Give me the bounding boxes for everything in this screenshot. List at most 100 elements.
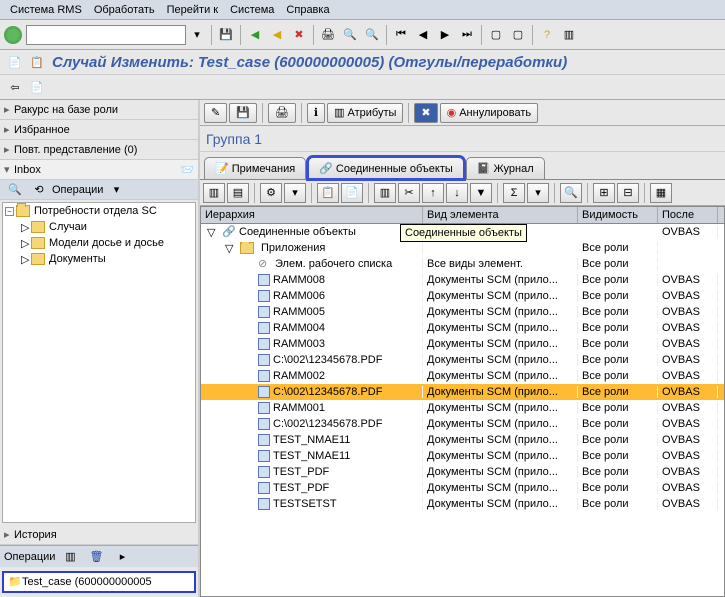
col-hierarchy[interactable]: Иерархия <box>201 207 423 223</box>
grid-row[interactable]: RAMM005Документы SCM (прило...Все ролиOV… <box>201 304 724 320</box>
tree-models[interactable]: ▷Модели досье и досье <box>3 235 195 251</box>
ops2-arrow-icon[interactable]: ▸ <box>112 547 132 567</box>
inbox-row[interactable]: ▾Inbox📨 <box>0 160 198 180</box>
grid-settings-icon[interactable]: ⚙ <box>260 183 282 203</box>
find-next-icon[interactable]: 🔍 <box>362 25 382 45</box>
col-visibility[interactable]: Видимость <box>578 207 658 223</box>
find-icon[interactable]: 🔍 <box>340 25 360 45</box>
col-after[interactable]: После <box>658 207 718 223</box>
repeat-view-row[interactable]: ▸Повт. представление (0) <box>0 140 198 160</box>
new-session-icon[interactable]: ▢ <box>486 25 506 45</box>
grid-collapse-icon[interactable]: ⊟ <box>617 183 639 203</box>
grid-row[interactable]: TEST_PDFДокументы SCM (прило...Все ролиO… <box>201 464 724 480</box>
annul-button[interactable]: ◉Аннулировать <box>440 103 539 123</box>
left-tree[interactable]: −Потребности отдела SC ▷Случаи ▷Модели д… <box>2 202 196 523</box>
back-icon[interactable]: ◀ <box>245 25 265 45</box>
tab-notes[interactable]: 📝Примечания <box>204 157 306 179</box>
command-field[interactable] <box>26 25 186 45</box>
menu-process[interactable]: Обработать <box>88 4 161 16</box>
last-page-icon[interactable]: ⏭ <box>457 25 477 45</box>
nav-back-icon[interactable]: ⇦ <box>5 77 25 97</box>
rakurs-row[interactable]: ▸Ракурс на базе роли <box>0 100 198 120</box>
favorites-row[interactable]: ▸Избранное <box>0 120 198 140</box>
grid-copy-icon[interactable]: 📋 <box>317 183 339 203</box>
grid-btn-1-icon[interactable]: ▥ <box>203 183 225 203</box>
next-page-icon[interactable]: ▶ <box>435 25 455 45</box>
delete-icon[interactable]: 🗑 <box>86 547 106 567</box>
save-icon[interactable]: 💾 <box>216 25 236 45</box>
grid-btn-2-icon[interactable]: ▤ <box>227 183 249 203</box>
ops2-menu-icon[interactable]: ▥ <box>60 547 80 567</box>
menu-system[interactable]: Система <box>224 4 280 16</box>
save-button[interactable]: 💾 <box>229 103 257 123</box>
enter-icon[interactable] <box>4 26 22 44</box>
col-type[interactable]: Вид элемента <box>423 207 578 223</box>
grid-sum-icon[interactable]: Σ <box>503 183 525 203</box>
layout-icon[interactable]: ▥ <box>559 25 579 45</box>
grid-find-icon[interactable]: 🔍 <box>560 183 582 203</box>
grid-row[interactable]: ⊘Элем. рабочего спискаВсе виды элемент.В… <box>201 256 724 272</box>
grid-row[interactable]: TEST_PDFДокументы SCM (прило...Все ролиO… <box>201 480 724 496</box>
ops-menu-icon[interactable]: ▾ <box>106 180 126 200</box>
expand-icon[interactable]: ▽ <box>225 242 237 255</box>
grid-up-icon[interactable]: ↑ <box>422 183 444 203</box>
tab-journal[interactable]: 📓Журнал <box>466 157 545 179</box>
grid-row[interactable]: RAMM002Документы SCM (прило...Все ролиOV… <box>201 368 724 384</box>
tree-docs[interactable]: ▷Документы <box>3 251 195 267</box>
grid-dropdown-icon[interactable]: ▾ <box>284 183 306 203</box>
grid-cut-icon[interactable]: ✂ <box>398 183 420 203</box>
find-icon[interactable]: 🔍 <box>5 180 25 200</box>
grid-row[interactable]: RAMM003Документы SCM (прило...Все ролиOV… <box>201 336 724 352</box>
grid-row[interactable]: TESTSETSTДокументы SCM (прило...Все роли… <box>201 496 724 512</box>
grid-row[interactable]: C:\002\12345678.PDFДокументы SCM (прило.… <box>201 416 724 432</box>
dropdown-icon[interactable]: ▾ <box>187 25 207 45</box>
prev-page-icon[interactable]: ◀ <box>413 25 433 45</box>
exit-icon[interactable]: ◀ <box>267 25 287 45</box>
tree-cases[interactable]: ▷Случаи <box>3 219 195 235</box>
refresh-icon[interactable]: ⟲ <box>29 180 49 200</box>
edit-icon[interactable]: ✎ <box>204 103 227 123</box>
print-button[interactable]: 🖨 <box>268 103 296 123</box>
cancel-icon[interactable]: ✖ <box>289 25 309 45</box>
shortcut-icon[interactable]: ▢ <box>508 25 528 45</box>
menu-system-rms[interactable]: Система RMS <box>4 4 88 16</box>
grid-row[interactable]: TEST_NMAE11Документы SCM (прило...Все ро… <box>201 432 724 448</box>
grid-row[interactable]: C:\002\12345678.PDFДокументы SCM (прило.… <box>201 352 724 368</box>
print-icon[interactable]: 🖨 <box>318 25 338 45</box>
history-row[interactable]: ▸История <box>0 525 198 545</box>
menu-goto[interactable]: Перейти к <box>161 4 224 16</box>
grid-col-icon[interactable]: ▥ <box>374 183 396 203</box>
grid-filter-icon[interactable]: ▼ <box>470 183 492 203</box>
grid-row[interactable]: RAMM001Документы SCM (прило...Все ролиOV… <box>201 400 724 416</box>
cell-name: RAMM006 <box>201 290 423 302</box>
tree-root[interactable]: −Потребности отдела SC <box>3 203 195 219</box>
tab-linked-objects[interactable]: 🔗Соединенные объекты <box>308 157 464 179</box>
menu-help[interactable]: Справка <box>280 4 335 16</box>
grid-row[interactable]: RAMM004Документы SCM (прило...Все ролиOV… <box>201 320 724 336</box>
expand-icon[interactable]: ▽ <box>207 226 219 239</box>
grid-paste-icon[interactable]: 📄 <box>341 183 363 203</box>
grid-row[interactable]: TEST_NMAE11Документы SCM (прило...Все ро… <box>201 448 724 464</box>
info-button[interactable]: ℹ <box>307 103 325 123</box>
row-name-label: TEST_NMAE11 <box>273 434 350 446</box>
grid-row[interactable]: ▽ПриложенияВсе роли <box>201 240 724 256</box>
ops-label: Операции <box>52 184 103 196</box>
cell-vis: Все роли <box>578 306 658 318</box>
nav-doc-icon[interactable]: 📄 <box>27 77 47 97</box>
attributes-button[interactable]: ▥Атрибуты <box>327 103 403 123</box>
grid-layout-icon[interactable]: ▦ <box>650 183 672 203</box>
tree-root-label: Потребности отдела SC <box>34 205 157 217</box>
grid-expand-icon[interactable]: ⊞ <box>593 183 615 203</box>
first-page-icon[interactable]: ⏮ <box>391 25 411 45</box>
inbox-action-icon[interactable]: 📨 <box>180 163 194 177</box>
help-icon[interactable]: ? <box>537 25 557 45</box>
selected-case[interactable]: 📁 Test_case (600000000005 <box>2 571 196 593</box>
grid-down-icon[interactable]: ↓ <box>446 183 468 203</box>
cell-by: OVBAS <box>658 450 718 462</box>
grid-row[interactable]: RAMM006Документы SCM (прило...Все ролиOV… <box>201 288 724 304</box>
hierarchy-grid[interactable]: Иерархия Вид элемента Видимость После ▽🔗… <box>200 206 725 597</box>
grid-row[interactable]: RAMM008Документы SCM (прило...Все ролиOV… <box>201 272 724 288</box>
grid-sumdd-icon[interactable]: ▾ <box>527 183 549 203</box>
grid-row[interactable]: C:\002\12345678.PDFДокументы SCM (прило.… <box>201 384 724 400</box>
close-button[interactable]: ✖ <box>414 103 437 123</box>
